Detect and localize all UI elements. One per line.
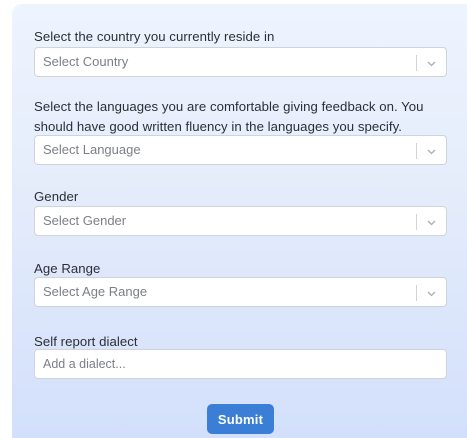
submit-button[interactable]: Submit (207, 404, 274, 434)
gender-select[interactable]: Select Gender (34, 206, 447, 236)
country-select[interactable]: Select Country (34, 47, 447, 77)
language-select[interactable]: Select Language (34, 135, 447, 165)
dropdown-separator (416, 55, 417, 71)
age-range-select-placeholder: Select Age Range (43, 284, 148, 299)
country-label: Select the country you currently reside … (34, 29, 275, 44)
dropdown-separator (416, 143, 417, 159)
age-range-select[interactable]: Select Age Range (34, 277, 447, 307)
dialect-input[interactable] (34, 349, 447, 379)
age-range-label: Age Range (34, 261, 101, 276)
dropdown-separator (416, 285, 417, 301)
chevron-down-icon[interactable] (426, 288, 437, 299)
languages-label: Select the languages you are comfortable… (34, 99, 424, 134)
chevron-down-icon[interactable] (426, 217, 437, 228)
chevron-down-icon[interactable] (426, 58, 437, 69)
form-panel: Select the country you currently reside … (12, 4, 467, 438)
language-select-placeholder: Select Language (43, 142, 141, 157)
dropdown-separator (416, 214, 417, 230)
country-select-placeholder: Select Country (43, 54, 129, 69)
chevron-down-icon[interactable] (426, 146, 437, 157)
gender-select-placeholder: Select Gender (43, 213, 127, 228)
gender-label: Gender (34, 189, 79, 204)
